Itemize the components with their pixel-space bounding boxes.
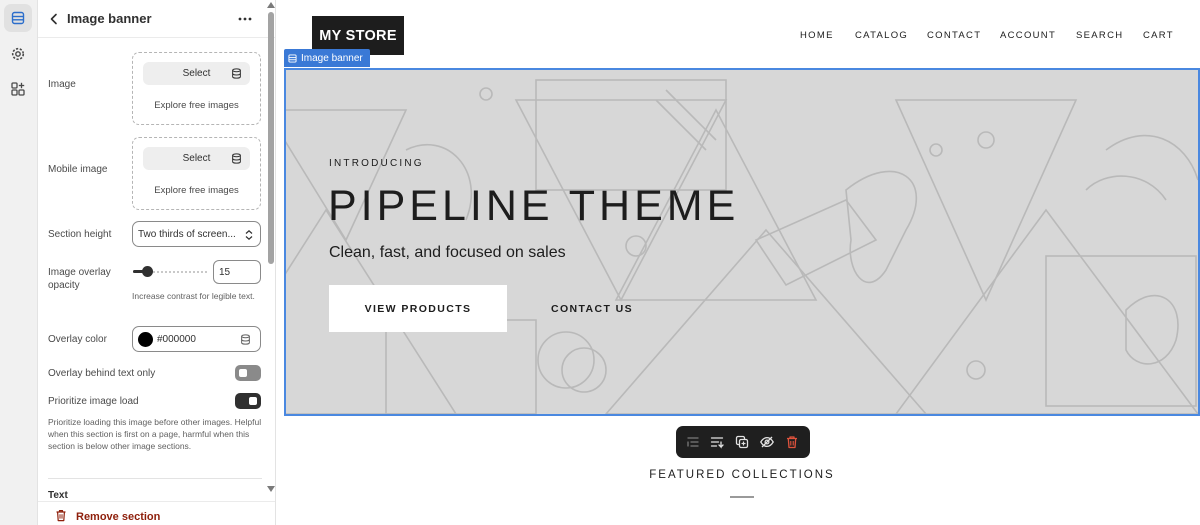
panel-scrollbar[interactable] [266,0,275,505]
database-icon[interactable] [240,334,251,345]
mobile-image-select-button[interactable]: Select [143,147,250,170]
selected-section-tag-label: Image banner [301,52,363,64]
contact-us-button[interactable]: CONTACT US [542,285,642,332]
selected-section-tag[interactable]: Image banner [284,49,370,67]
overlay-opacity-label: Image overlay opacity [48,266,111,292]
database-icon [232,68,241,79]
toggle-knob [249,397,257,405]
hide-tool[interactable] [759,434,775,450]
select-chevron-icon [245,229,253,241]
storefront-preview: MY STORE HOME CATALOG CONTACT ACCOUNT SE… [284,4,1200,525]
panel-footer: Remove section [38,501,275,525]
nav-contact[interactable]: CONTACT [927,30,981,41]
mobile-image-select-label: Select [182,153,211,164]
duplicate-tool[interactable] [734,434,750,450]
nav-catalog[interactable]: CATALOG [855,30,908,41]
banner-headline: PIPELINE THEME [328,182,740,230]
section-height-select[interactable]: Two thirds of screen... [132,221,261,247]
image-picker: Select Explore free images [132,52,261,125]
move-down-tool[interactable] [709,434,725,450]
view-products-button[interactable]: VIEW PRODUCTS [329,285,507,332]
overlay-color-label: Overlay color [48,334,107,345]
back-arrow-icon[interactable] [46,11,62,27]
prioritize-toggle[interactable] [235,393,261,409]
prioritize-help-text: Prioritize loading this image before oth… [48,417,262,451]
move-up-icon [687,437,699,447]
apps-rail-button[interactable] [4,75,32,103]
move-down-icon [710,437,724,449]
nav-cart[interactable]: CART [1143,30,1174,41]
overlay-behind-text-toggle[interactable] [235,365,261,381]
editor-rail [0,0,38,525]
prioritize-label: Prioritize image load [48,396,139,407]
more-options-icon[interactable] [236,10,254,28]
color-swatch[interactable] [138,332,153,347]
opacity-help-text: Increase contrast for legible text. [132,291,255,301]
banner-subheading: Clean, fast, and focused on sales [329,244,566,261]
image-explore-link[interactable]: Explore free images [133,100,260,111]
gear-icon [11,47,25,61]
overlay-color-value: #000000 [157,334,196,345]
section-settings-panel: Image banner Image Select Explore free i… [38,0,276,525]
text-group-label[interactable]: Text [48,490,68,501]
image-label: Image [48,79,76,90]
image-select-label: Select [182,68,211,79]
sections-rail-button[interactable] [4,4,32,32]
trash-icon[interactable] [55,509,67,522]
scroll-down-arrow[interactable] [267,486,275,492]
image-banner-section[interactable]: INTRODUCING PIPELINE THEME Clean, fast, … [284,68,1200,416]
duplicate-icon [735,435,749,449]
featured-collections-heading: FEATURED COLLECTIONS [649,469,835,481]
panel-title: Image banner [67,11,152,26]
trash-icon [787,436,797,449]
database-icon [232,153,241,164]
overlay-opacity-label-line1: Image overlay [48,267,111,278]
overlay-behind-text-label: Overlay behind text only [48,368,156,379]
toggle-knob [239,369,247,377]
settings-rail-button[interactable] [4,40,32,68]
delete-tool[interactable] [784,434,800,450]
group-divider [48,478,262,479]
banner-eyebrow: INTRODUCING [329,158,424,169]
panel-header: Image banner [38,0,275,38]
sections-icon [11,11,25,25]
scroll-up-arrow[interactable] [267,2,275,8]
nav-home[interactable]: HOME [800,30,834,41]
scroll-thumb[interactable] [268,12,274,264]
theme-editor: Image banner Image Select Explore free i… [0,0,1200,525]
mobile-image-label: Mobile image [48,164,108,175]
image-select-button[interactable]: Select [143,62,250,85]
opacity-number-input[interactable]: 15 [213,260,261,284]
section-height-label: Section height [48,229,112,240]
mobile-image-explore-link[interactable]: Explore free images [133,185,260,196]
overlay-opacity-label-line2: opacity [48,280,80,291]
overlay-color-field[interactable]: #000000 [132,326,261,352]
nav-account[interactable]: ACCOUNT [1000,30,1056,41]
opacity-slider-thumb[interactable] [142,266,153,277]
nav-search[interactable]: SEARCH [1076,30,1123,41]
remove-section-button[interactable]: Remove section [76,511,160,523]
move-up-tool[interactable] [685,434,701,450]
mobile-image-picker: Select Explore free images [132,137,261,210]
section-icon [288,53,297,63]
banner-background-illustration [286,79,1198,414]
apps-icon [11,82,25,96]
eye-off-icon [760,436,774,448]
section-toolbar [676,426,810,458]
heading-divider [730,496,754,498]
section-height-value: Two thirds of screen... [138,229,236,240]
